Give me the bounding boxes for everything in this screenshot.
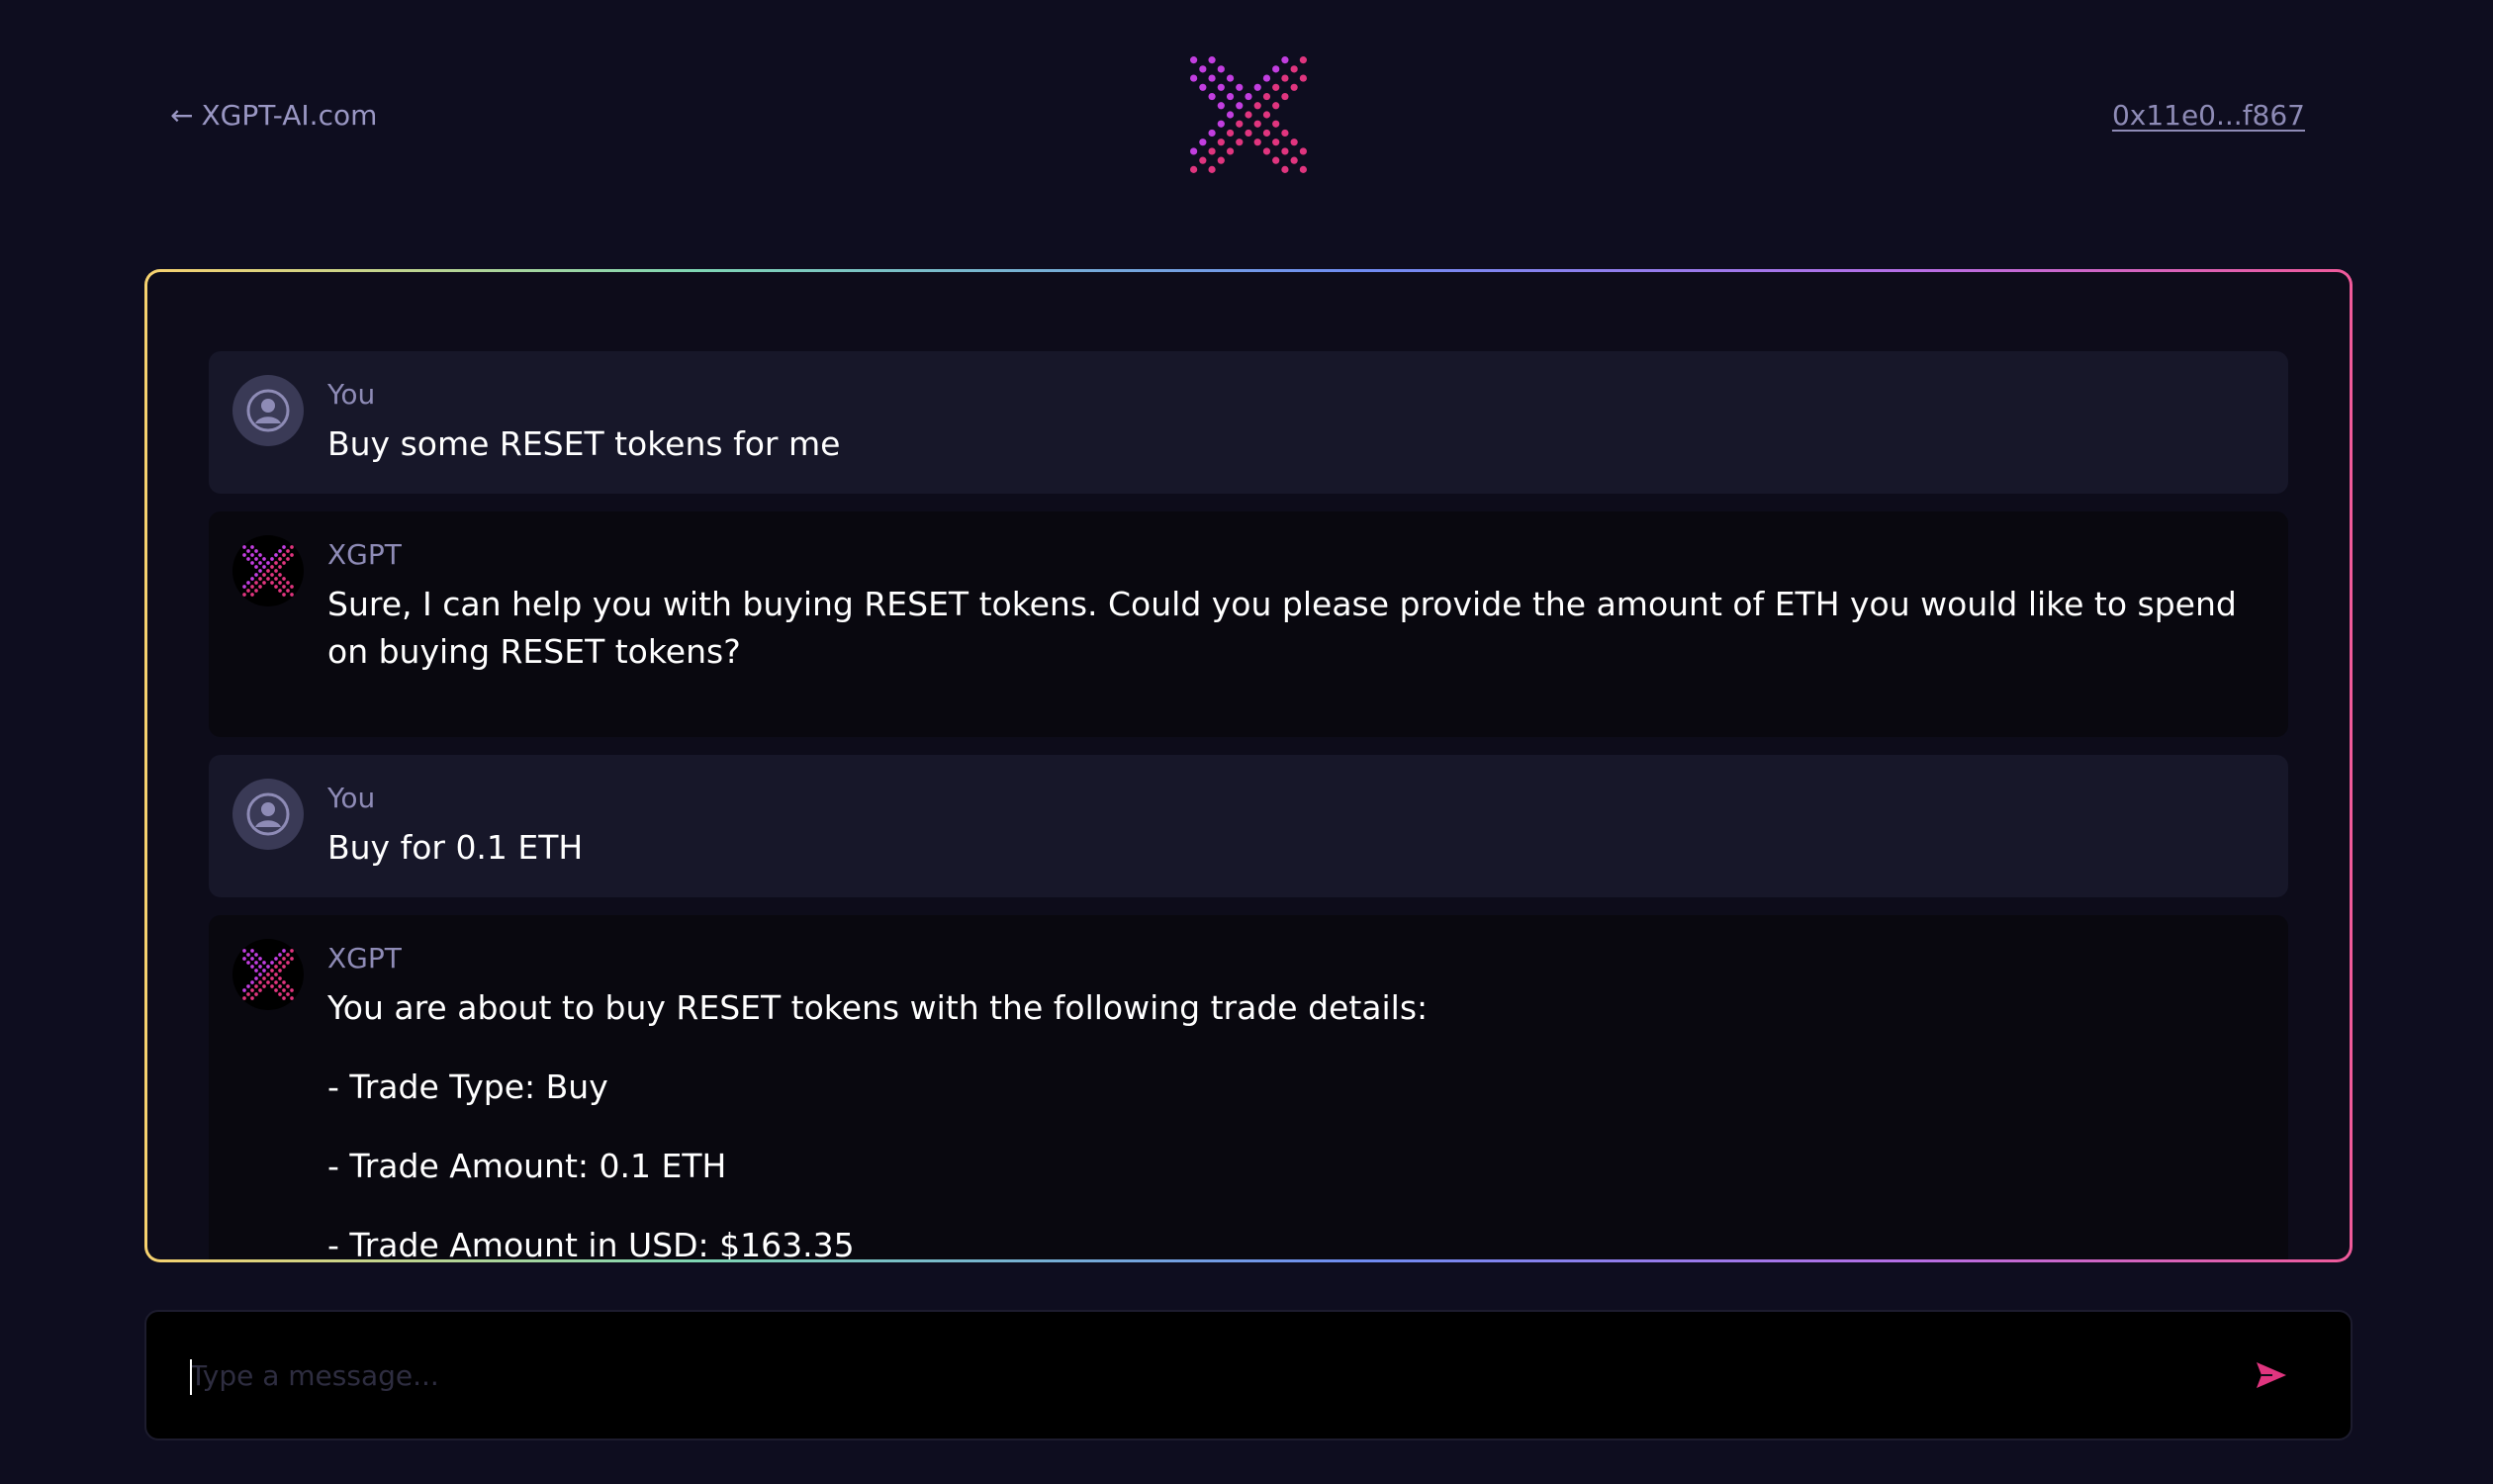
wallet-address-link[interactable]: 0x11e0...f867 [2112, 95, 2305, 135]
chat-message-user: You Buy for 0.1 ETH [209, 755, 2288, 897]
message-paragraph: Sure, I can help you with buying RESET t… [327, 585, 2237, 671]
message-text: Buy for 0.1 ETH [327, 824, 2264, 872]
chat-message-bot: XGPT You are about to buy RESET tokens w… [209, 915, 2288, 1259]
xgpt-avatar-icon [232, 535, 304, 606]
message-paragraph: - Trade Amount in USD: $163.35 [327, 1226, 855, 1259]
text-caret [190, 1359, 192, 1395]
back-link-label: XGPT-AI.com [201, 98, 378, 132]
send-button[interactable] [2232, 1336, 2311, 1415]
user-avatar-icon [232, 375, 304, 446]
xgpt-logo-icon [1189, 55, 1308, 174]
message-text: You are about to buy RESET tokens with t… [327, 984, 2264, 1259]
message-paragraph: Buy for 0.1 ETH [327, 828, 584, 867]
chat-message-bot: XGPT Sure, I can help you with buying RE… [209, 511, 2288, 737]
xgpt-avatar-icon [232, 939, 304, 1010]
message-paragraph: - Trade Amount: 0.1 ETH [327, 1147, 727, 1185]
message-sender: XGPT [327, 538, 402, 571]
back-link[interactable]: ← XGPT-AI.com [170, 95, 377, 135]
chat-message-user: You Buy some RESET tokens for me [209, 351, 2288, 494]
message-paragraph: Buy some RESET tokens for me [327, 424, 841, 463]
chat-panel: You Buy some RESET tokens for me XGPT Su… [144, 269, 2353, 1262]
chat-messages: You Buy some RESET tokens for me XGPT Su… [147, 272, 2350, 1259]
message-sender: XGPT [327, 942, 402, 974]
message-paragraph: You are about to buy RESET tokens with t… [327, 988, 1429, 1027]
message-composer [144, 1310, 2353, 1440]
message-sender: You [327, 378, 376, 411]
message-paragraph: - Trade Type: Buy [327, 1067, 608, 1106]
user-avatar-icon [232, 779, 304, 850]
message-text: Sure, I can help you with buying RESET t… [327, 581, 2264, 711]
message-sender: You [327, 782, 376, 814]
message-input[interactable] [146, 1311, 2232, 1439]
send-icon [2257, 1362, 2286, 1388]
message-text: Buy some RESET tokens for me [327, 420, 2264, 468]
arrow-left-icon: ← [170, 98, 194, 132]
